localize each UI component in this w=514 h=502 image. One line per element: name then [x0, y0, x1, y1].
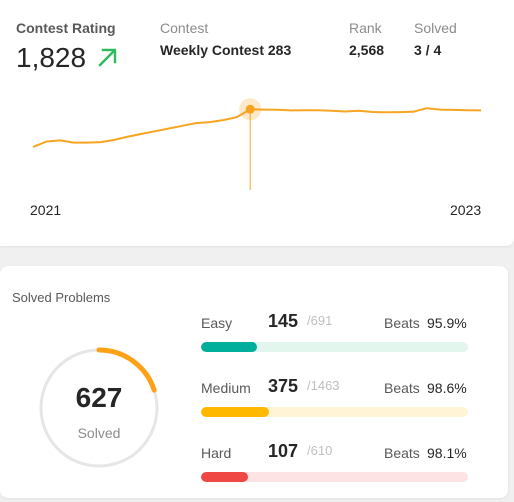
- easy-total: /691: [307, 313, 333, 328]
- easy-label: Easy: [201, 315, 233, 331]
- medium-label: Medium: [201, 380, 251, 396]
- solved-total-label: Solved: [77, 425, 121, 441]
- solved-problems-title: Solved Problems: [12, 290, 111, 305]
- hard-progress-fill: [201, 472, 248, 482]
- easy-beats-value: 95.9%: [427, 315, 467, 331]
- hard-beats-label: Beats: [384, 445, 420, 461]
- medium-total: /1463: [307, 378, 340, 393]
- hard-solved: 107: [268, 441, 299, 461]
- medium-solved: 375: [268, 376, 299, 396]
- medium-progress-fill: [201, 407, 270, 417]
- rating-line-chart[interactable]: [0, 0, 514, 246]
- hard-beats-value: 98.1%: [427, 445, 467, 461]
- medium-progress-bar: [201, 407, 468, 417]
- easy-progress-bar: [201, 342, 468, 352]
- medium-beats-label: Beats: [384, 380, 420, 396]
- medium-beats-value: 98.6%: [427, 380, 467, 396]
- x-tick-end: 2023: [450, 202, 482, 218]
- contest-rating-card: Contest Rating 1,828 Contest Weekly Cont…: [0, 0, 514, 246]
- solved-total: 627: [75, 382, 123, 413]
- solved-problems-card: Solved Problems 627 Solved Easy 145 /691…: [0, 266, 508, 498]
- easy-solved: 145: [268, 311, 299, 331]
- x-tick-start: 2021: [30, 202, 62, 218]
- hard-label: Hard: [201, 445, 232, 461]
- easy-beats-label: Beats: [384, 315, 420, 331]
- highlight-point[interactable]: [245, 104, 255, 114]
- hard-total: /610: [307, 443, 333, 458]
- hard-progress-bar: [201, 472, 468, 482]
- easy-progress-fill: [201, 342, 258, 352]
